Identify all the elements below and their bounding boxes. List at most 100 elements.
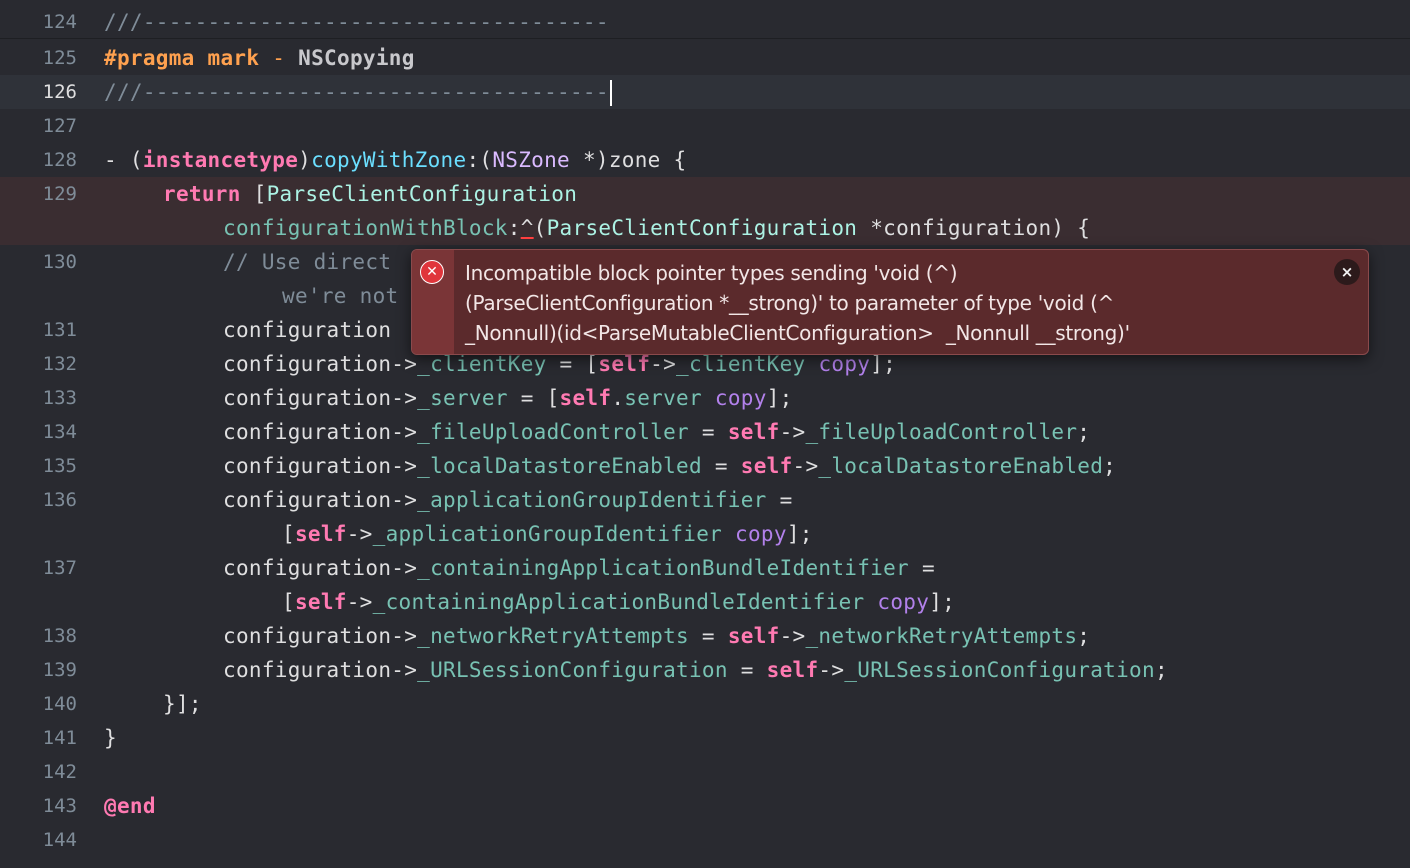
code-text: configuration — [223, 318, 392, 342]
code-text: @end — [104, 794, 156, 818]
line-number: 135 — [42, 455, 77, 477]
line-number: 125 — [42, 47, 77, 69]
line-number: 138 — [42, 625, 77, 647]
code-line-127[interactable]: 127 — [0, 109, 1410, 143]
token-keyword: self — [559, 386, 612, 410]
token-ivar: _containingApplicationBundleIdentifier — [417, 556, 909, 580]
token-class: ParseClientConfiguration — [546, 216, 858, 240]
token: configuration-> — [223, 386, 418, 410]
line-number: 144 — [42, 829, 77, 851]
code-line-141[interactable]: 141 } — [0, 721, 1410, 755]
divider — [0, 38, 1410, 39]
pragma-directive: #pragma mark — [104, 46, 260, 70]
token-keyword: return — [163, 182, 241, 206]
code-line-144[interactable]: 144 — [0, 823, 1410, 857]
line-number: 130 — [42, 251, 77, 273]
token: = — [688, 420, 728, 444]
token: -> — [346, 590, 373, 614]
token-ivar: _applicationGroupIdentifier — [417, 488, 767, 512]
token-ivar: _fileUploadController — [805, 420, 1078, 444]
code-line-137[interactable]: 137 configuration->_containingApplicatio… — [0, 551, 1410, 619]
token: [ — [282, 590, 295, 614]
code-text: configuration->_fileUploadController = s… — [223, 415, 1090, 449]
token: = — [688, 624, 728, 648]
code-text: configuration->_networkRetryAttempts = s… — [223, 619, 1090, 653]
token-class: ParseClientConfiguration — [266, 182, 578, 206]
token: ; — [1103, 454, 1117, 478]
token: ; — [1077, 420, 1091, 444]
code-line-140[interactable]: 140 }]; — [0, 687, 1410, 721]
error-popover-gutter: ✕ — [412, 250, 454, 354]
error-caret[interactable]: ^ — [521, 216, 534, 240]
code-line-133[interactable]: 133 configuration->_server = [self.serve… — [0, 381, 1410, 415]
code-line-142[interactable]: 142 — [0, 755, 1410, 789]
line-number: 126 — [42, 81, 77, 103]
token-method: copy — [877, 590, 930, 614]
line-number: 124 — [42, 11, 77, 33]
token: ; — [1077, 624, 1091, 648]
token-method: copy — [818, 352, 871, 376]
token: configuration-> — [223, 352, 418, 376]
token-method: copy — [714, 386, 767, 410]
source-editor[interactable]: 124 ///---------------------------------… — [0, 0, 1410, 868]
token: -> — [779, 420, 806, 444]
token-ivar: _containingApplicationBundleIdentifier — [372, 590, 865, 614]
token: configuration-> — [223, 658, 418, 682]
code-line-134[interactable]: 134 configuration->_fileUploadController… — [0, 415, 1410, 449]
token: -> — [792, 454, 819, 478]
token: [ — [240, 182, 267, 206]
code-line-126-current[interactable]: 126 ///---------------------------------… — [0, 75, 1410, 109]
token: configuration-> — [223, 488, 418, 512]
token-ivar: _fileUploadController — [417, 420, 689, 444]
token: . — [611, 386, 625, 410]
code-text-wrapped: configurationWithBlock:^(ParseClientConf… — [223, 211, 1090, 245]
line-number: 143 — [42, 795, 77, 817]
token-keyword: self — [727, 420, 780, 444]
comment-text: ///------------------------------------ — [104, 80, 609, 104]
code-line-128[interactable]: 128 - (instancetype)copyWithZone:(NSZone… — [0, 143, 1410, 177]
token-method: copy — [735, 522, 787, 546]
token: configuration-> — [223, 454, 418, 478]
token: ]; — [870, 352, 897, 376]
code-text-wrapped: [self->_applicationGroupIdentifier copy]… — [282, 517, 813, 551]
token: -> — [818, 658, 845, 682]
error-popover[interactable]: ✕ Incompatible block pointer types sendi… — [411, 249, 1369, 355]
token: configuration-> — [223, 420, 418, 444]
token: -> — [346, 522, 373, 546]
code-text: ///------------------------------------ — [104, 10, 609, 34]
code-line-138[interactable]: 138 configuration->_networkRetryAttempts… — [0, 619, 1410, 653]
token-ivar: _localDatastoreEnabled — [818, 454, 1104, 478]
token: configuration-> — [223, 624, 418, 648]
token-method-name: configurationWithBlock — [223, 216, 508, 240]
token-ivar: _localDatastoreEnabled — [417, 454, 702, 478]
token: = — [766, 488, 793, 512]
code-text: configuration->_containingApplicationBun… — [223, 551, 935, 585]
token-ivar: _clientKey — [676, 352, 806, 376]
token-keyword: instancetype — [142, 148, 299, 172]
code-line-125[interactable]: 125 #pragma mark - NSCopying — [0, 41, 1410, 75]
error-message-line: Incompatible block pointer types sending… — [465, 261, 958, 285]
code-line-135[interactable]: 135 configuration->_localDatastoreEnable… — [0, 449, 1410, 483]
token: ) — [298, 148, 312, 172]
close-icon[interactable]: × — [1334, 259, 1360, 285]
line-number: 134 — [42, 421, 77, 443]
comment-text-wrapped: we're not — [282, 284, 399, 308]
code-line-139[interactable]: 139 configuration->_URLSessionConfigurat… — [0, 653, 1410, 687]
code-line-129-error[interactable]: 129 return [ParseClientConfiguration con… — [0, 177, 1410, 245]
token-type: NSZone — [492, 148, 571, 172]
token: *configuration) { — [857, 216, 1091, 240]
token: - ( — [104, 148, 143, 172]
token: ]; — [766, 386, 793, 410]
token: *)zone { — [570, 148, 687, 172]
token: [ — [282, 522, 295, 546]
code-line-136[interactable]: 136 configuration->_applicationGroupIden… — [0, 483, 1410, 551]
token-ivar: _applicationGroupIdentifier — [372, 522, 723, 546]
line-number: 136 — [42, 489, 77, 511]
code-line-124[interactable]: 124 ///---------------------------------… — [0, 5, 1410, 39]
code-text: #pragma mark - NSCopying — [104, 41, 415, 75]
code-text: configuration->_localDatastoreEnabled = … — [223, 449, 1116, 483]
token-keyword: self — [766, 658, 819, 682]
code-line-143[interactable]: 143 @end — [0, 789, 1410, 823]
